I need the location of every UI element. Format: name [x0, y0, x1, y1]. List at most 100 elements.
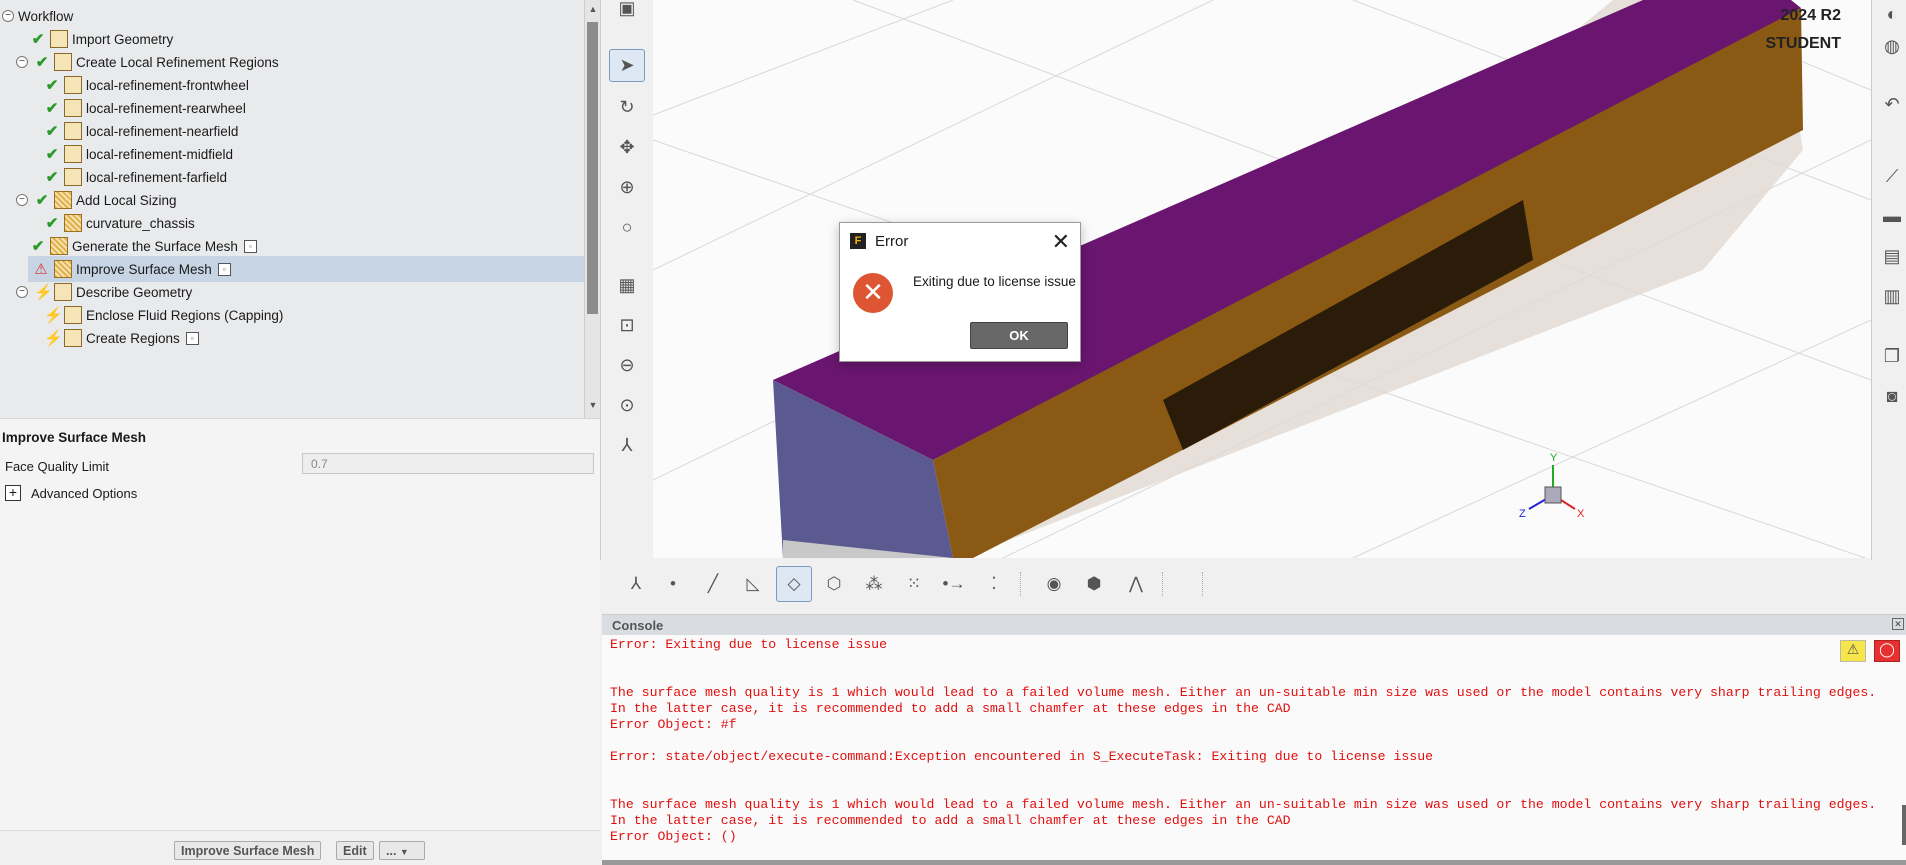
- tree-scrollbar[interactable]: ▲ ▼: [584, 0, 600, 418]
- zoom-out-icon[interactable]: ⊖: [609, 349, 645, 382]
- console-title: Console: [612, 618, 664, 633]
- task-label: curvature_chassis: [86, 215, 195, 231]
- console-line: Error Object: #f: [610, 717, 737, 732]
- axes-icon[interactable]: ⅄: [609, 429, 645, 462]
- task-label: local-refinement-farfield: [86, 169, 228, 185]
- collapse-icon[interactable]: −: [16, 286, 28, 298]
- collapse-icon[interactable]: −: [16, 56, 28, 68]
- graphics-toolbar: ⅄ • ╱ ◺ ◇ ⬡ ⁂ ⁙ •→ ⁚ ◉ ⬢ ⋀: [600, 560, 1906, 612]
- console-line: Error: state/object/execute-command:Exce…: [610, 749, 1434, 764]
- regions-icon: [64, 329, 82, 347]
- zoom-fit-icon[interactable]: ⊙: [609, 389, 645, 422]
- expand-plus-icon[interactable]: +: [5, 485, 21, 501]
- face-icon[interactable]: ◇: [776, 566, 812, 602]
- console-panel[interactable]: Console ✕ Error: Exiting due to license …: [602, 614, 1906, 865]
- save-icon[interactable]: ▫: [185, 331, 199, 345]
- pending-bolt-icon: ⚡: [44, 330, 63, 347]
- more-dropdown-button[interactable]: ... ▼: [379, 841, 425, 860]
- workflow-tree: − Workflow ✔ Import Geometry − ✔ Create Loca…: [0, 0, 584, 418]
- pending-bolt-icon: ⚡: [44, 307, 63, 324]
- select-pointer-icon[interactable]: ➤: [609, 49, 645, 82]
- task-label: Improve Surface Mesh: [76, 261, 212, 277]
- face-quality-input[interactable]: 0.7: [302, 453, 594, 474]
- workflow-task-item[interactable]: ⚡ Create Regions ▫: [0, 325, 584, 351]
- task-label: Generate the Surface Mesh: [72, 238, 238, 254]
- console-close-icon[interactable]: ✕: [1892, 618, 1904, 630]
- dialog-titlebar[interactable]: F Error: [840, 223, 1080, 259]
- node-line-icon[interactable]: ⁚: [976, 566, 1012, 602]
- point-icon[interactable]: •: [655, 566, 691, 602]
- advanced-options-label: Advanced Options: [31, 485, 138, 501]
- fluent-logo-icon: F: [850, 233, 866, 249]
- refinement-region-icon: [54, 53, 72, 71]
- camera-icon[interactable]: ◙: [1874, 380, 1906, 413]
- face-quality-label: Face Quality Limit: [5, 459, 110, 474]
- scroll-down-icon[interactable]: ▼: [587, 400, 599, 414]
- console-line: Error: Exiting due to license issue: [610, 637, 887, 652]
- cell-icon[interactable]: ⬡: [816, 566, 852, 602]
- version-badge: 2024 R2 STUDENT: [1765, 2, 1841, 58]
- face-edge-icon[interactable]: ◺: [735, 566, 771, 602]
- ok-button[interactable]: OK: [970, 322, 1068, 349]
- node-edge-icon[interactable]: •→: [936, 566, 972, 602]
- zoom-in-icon[interactable]: ⊕: [609, 171, 645, 204]
- checkmark-icon: ✔: [45, 77, 59, 94]
- scroll-up-icon[interactable]: ▲: [587, 4, 599, 18]
- task-label: Create Regions: [86, 330, 180, 346]
- right-tool-icon-1[interactable]: ◐: [1874, 0, 1906, 31]
- rotate-icon[interactable]: ↻: [609, 91, 645, 124]
- undo-view-icon[interactable]: ↶: [1874, 88, 1906, 121]
- cell-zone-icon[interactable]: ⁂: [856, 566, 892, 602]
- pan-icon[interactable]: ✥: [609, 131, 645, 164]
- right-tool-icon-2[interactable]: ◍: [1874, 30, 1906, 63]
- task-label: local-refinement-frontwheel: [86, 77, 249, 93]
- advanced-options-toggle[interactable]: + Advanced Options: [5, 485, 137, 501]
- selection-filter-icon[interactable]: ▣: [609, 0, 645, 25]
- checkmark-icon: ✔: [31, 31, 45, 48]
- node-select-icon[interactable]: ⁙: [896, 566, 932, 602]
- warning-icon: ⚠: [34, 261, 48, 278]
- mesh-grid-icon[interactable]: ▦: [609, 269, 645, 302]
- view-eye-icon[interactable]: ◉: [1036, 566, 1072, 602]
- console-line: In the latter case, it is recommended to…: [610, 701, 1291, 716]
- edge-icon[interactable]: ╱: [695, 566, 731, 602]
- console-scrollbar[interactable]: [1902, 805, 1906, 845]
- svg-text:Y: Y: [1550, 452, 1558, 464]
- edit-button[interactable]: Edit: [336, 841, 374, 860]
- save-icon[interactable]: ▫: [217, 262, 231, 276]
- refinement-region-icon: [64, 76, 82, 94]
- collapse-icon[interactable]: −: [16, 194, 28, 206]
- axes-xyz-icon[interactable]: ⅄: [618, 566, 654, 602]
- error-stop-icon[interactable]: ◯: [1874, 640, 1900, 662]
- plot-icon[interactable]: ⟋: [1874, 160, 1906, 193]
- close-icon[interactable]: ✕: [1052, 229, 1070, 255]
- copy-icon[interactable]: ❐: [1874, 340, 1906, 373]
- zoom-box-icon[interactable]: ⊡: [609, 309, 645, 342]
- scrollbar-thumb[interactable]: [587, 22, 598, 314]
- import-geometry-icon: [50, 30, 68, 48]
- svg-text:Z: Z: [1519, 508, 1526, 520]
- checkmark-icon: ✔: [35, 192, 49, 209]
- mesh-scene: Y X Z: [653, 0, 1871, 558]
- ruler-icon[interactable]: ▬: [1874, 200, 1906, 233]
- report-icon[interactable]: ▤: [1874, 240, 1906, 273]
- parameters-icon[interactable]: ▥: [1874, 280, 1906, 313]
- console-hscrollbar[interactable]: [602, 860, 1906, 865]
- collapse-icon[interactable]: −: [2, 10, 14, 22]
- improve-surface-mesh-button[interactable]: Improve Surface Mesh: [174, 841, 322, 860]
- dialog-message: Exiting due to license issue: [913, 274, 1076, 289]
- right-toolbar: ◐ ◍ ↶ ⟋ ▬ ▤ ▥ ❐ ◙: [1871, 0, 1906, 560]
- object-icon[interactable]: ⬢: [1076, 566, 1112, 602]
- zoom-icon[interactable]: ○: [609, 211, 645, 244]
- polyline-icon[interactable]: ⋀: [1118, 566, 1154, 602]
- toolbar-separator: [1162, 572, 1164, 596]
- sizing-icon: [64, 214, 82, 232]
- save-icon[interactable]: ▫: [243, 239, 257, 253]
- surface-mesh-icon: [50, 237, 68, 255]
- edition-text: STUDENT: [1765, 35, 1841, 52]
- graphics-viewport[interactable]: Y X Z 2024 R2 STUDENT: [653, 0, 1871, 558]
- error-icon: ✕: [853, 273, 893, 313]
- warning-icon[interactable]: ⚠: [1840, 640, 1866, 662]
